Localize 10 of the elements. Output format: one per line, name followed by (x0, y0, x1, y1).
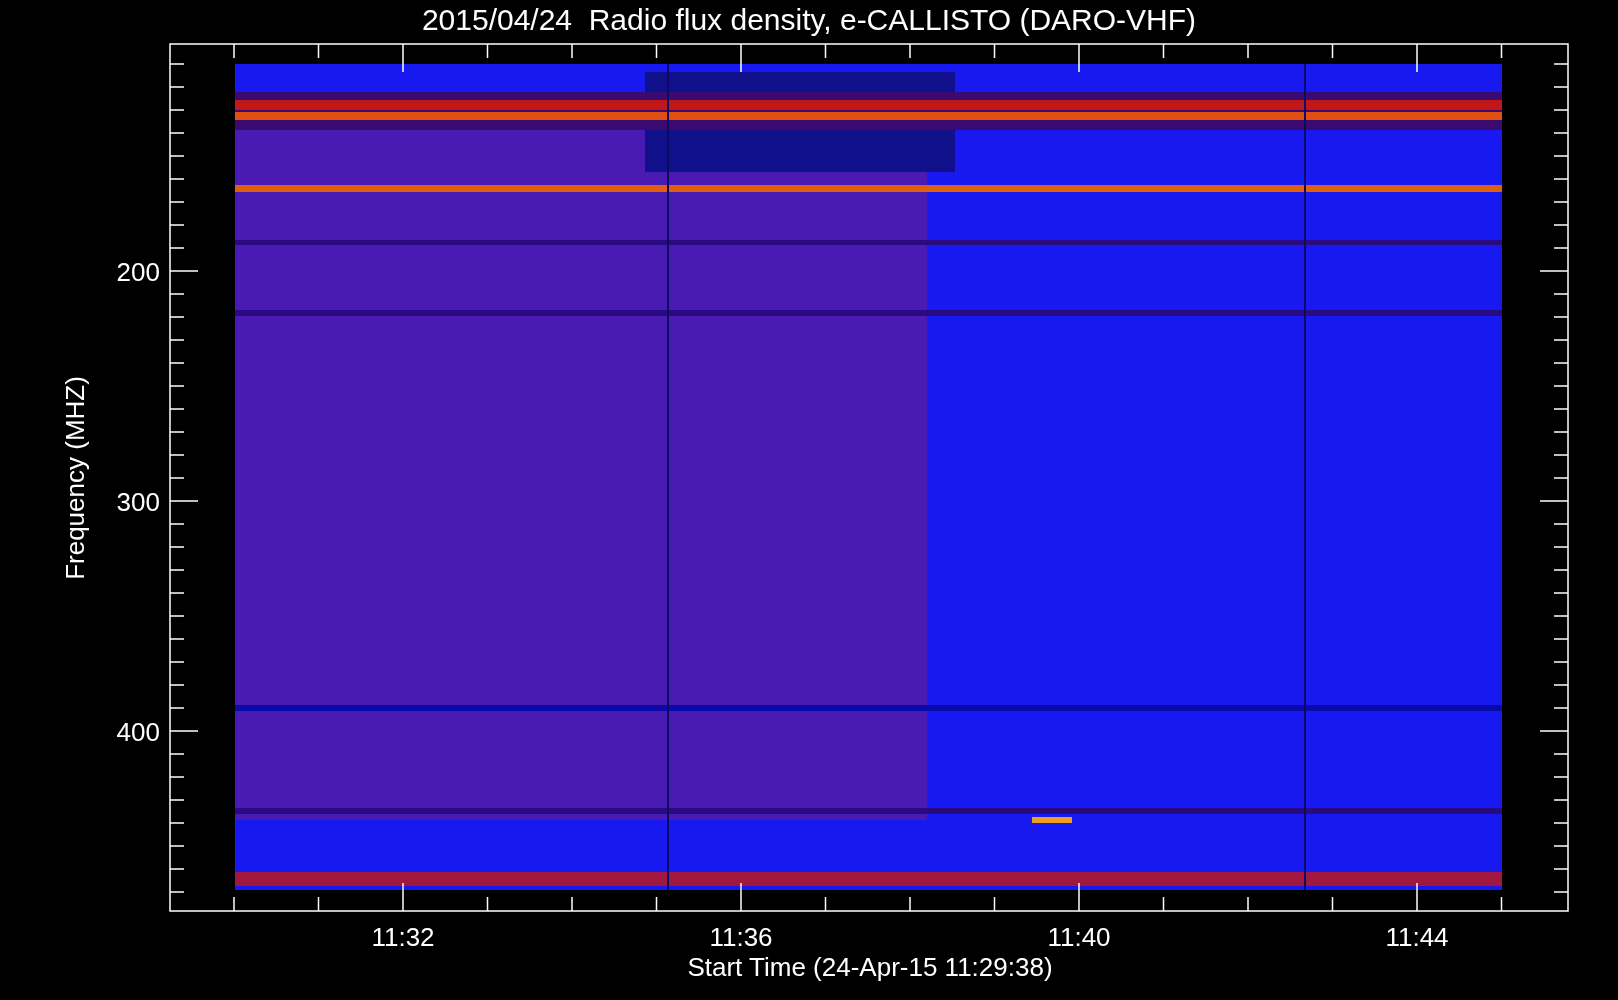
y-axis-label: Frequency (MHZ) (60, 376, 90, 580)
y-tick-label: 200 (116, 257, 160, 287)
x-axis-label: Start Time (24-Apr-15 11:29:38) (687, 952, 1053, 982)
y-tick-label: 300 (116, 487, 160, 517)
chart-title: 2015/04/24 Radio flux density, e-CALLISTO (DARO-VHF) (421, 3, 1197, 36)
y-tick-label: 400 (116, 717, 160, 747)
x-tick-label: 11:36 (709, 922, 773, 952)
x-tick-label: 11:32 (371, 922, 435, 952)
x-tick-label: 11:44 (1385, 922, 1449, 952)
x-tick-label: 11:40 (1047, 922, 1111, 952)
